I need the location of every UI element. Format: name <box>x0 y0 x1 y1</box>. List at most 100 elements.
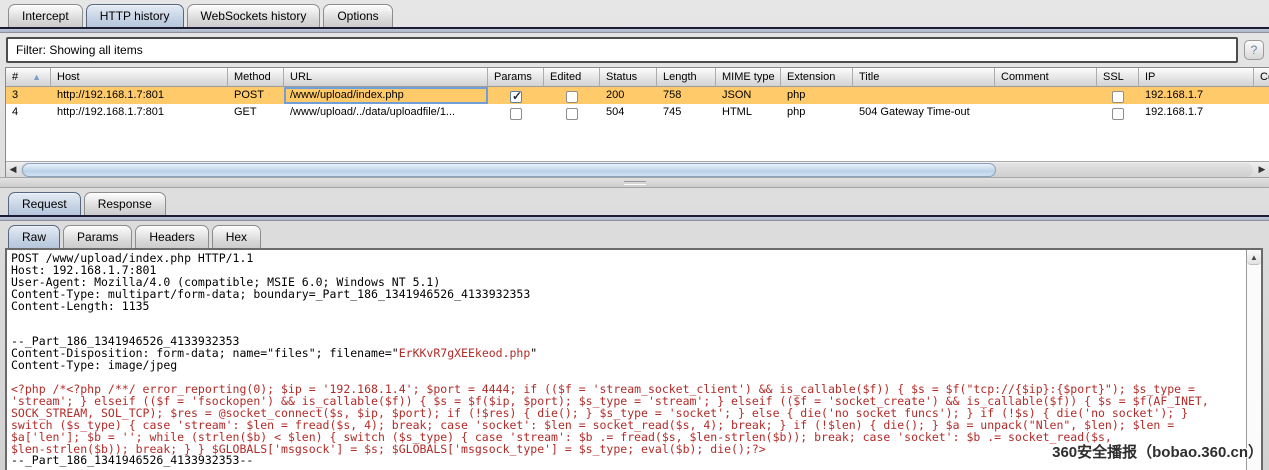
cell-ip[interactable]: 192.168.1.7 <box>1139 87 1254 104</box>
proxy-tab-bar: InterceptHTTP historyWebSockets historyO… <box>0 0 1269 27</box>
table-row[interactable]: 3http://192.168.1.7:801POST/www/upload/i… <box>6 87 1269 104</box>
column-label: Host <box>57 71 80 86</box>
splitter-grip-icon <box>624 181 646 185</box>
tab-params[interactable]: Params <box>63 225 132 248</box>
tab-websockets-history[interactable]: WebSockets history <box>187 4 321 27</box>
column-label: URL <box>290 71 312 86</box>
cell-method[interactable]: GET <box>228 104 284 121</box>
column-header-host[interactable]: Host <box>51 68 228 86</box>
cell-ip[interactable]: 192.168.1.7 <box>1139 104 1254 121</box>
panel-splitter[interactable] <box>0 177 1269 188</box>
cell-status[interactable]: 200 <box>600 87 657 104</box>
column-header-comment[interactable]: Comment <box>995 68 1097 86</box>
horizontal-scroll-track[interactable] <box>20 163 1253 177</box>
editor-tab-bar: RawParamsHeadersHex <box>0 221 1269 248</box>
tab-hex[interactable]: Hex <box>212 225 261 248</box>
tab-http-history[interactable]: HTTP history <box>86 4 184 27</box>
table-empty-area <box>6 121 1269 161</box>
column-label: Extension <box>787 71 835 86</box>
table-row[interactable]: 4http://192.168.1.7:801GET/www/upload/..… <box>6 104 1269 121</box>
tab-options[interactable]: Options <box>323 4 392 27</box>
cell-params[interactable] <box>488 87 544 104</box>
sort-ascending-icon: ▲ <box>32 72 41 86</box>
scroll-left-icon[interactable]: ◀ <box>6 164 20 175</box>
cell-comment[interactable] <box>995 87 1097 104</box>
cell-length[interactable]: 758 <box>657 87 716 104</box>
cell-ssl[interactable] <box>1097 104 1139 121</box>
column-header-cookies[interactable]: Coo <box>1254 68 1269 86</box>
cell-url[interactable]: /www/upload/index.php <box>284 87 488 104</box>
column-header-ip[interactable]: IP <box>1139 68 1254 86</box>
cell-host[interactable]: http://192.168.1.7:801 <box>51 87 228 104</box>
tab-headers[interactable]: Headers <box>135 225 208 248</box>
cell-mime[interactable]: HTML <box>716 104 781 121</box>
horizontal-scrollbar[interactable]: ◀ ▶ <box>6 161 1269 177</box>
cell-comment[interactable] <box>995 104 1097 121</box>
tab-intercept[interactable]: Intercept <box>8 4 83 27</box>
edited-checkbox[interactable] <box>566 91 578 103</box>
request-line: POST /www/upload/index.php HTTP/1.1 <box>11 253 1246 265</box>
vertical-scrollbar[interactable]: ▲ <box>1246 250 1261 470</box>
column-header-method[interactable]: Method <box>228 68 284 86</box>
column-label: Length <box>663 71 697 86</box>
ssl-checkbox[interactable] <box>1112 108 1124 120</box>
scroll-right-icon[interactable]: ▶ <box>1255 164 1269 175</box>
scroll-up-icon[interactable]: ▲ <box>1247 250 1261 265</box>
burp-proxy-window: InterceptHTTP historyWebSockets historyO… <box>0 0 1269 470</box>
column-header-status[interactable]: Status <box>600 68 657 86</box>
cell-ssl[interactable] <box>1097 87 1139 104</box>
table-body: 3http://192.168.1.7:801POST/www/upload/i… <box>6 87 1269 121</box>
request-line <box>11 313 1246 325</box>
tab-response[interactable]: Response <box>84 192 166 215</box>
request-line: Content-Disposition: form-data; name="fi… <box>11 348 1246 360</box>
cell-length[interactable]: 745 <box>657 104 716 121</box>
cell-status[interactable]: 504 <box>600 104 657 121</box>
column-header-mime[interactable]: MIME type <box>716 68 781 86</box>
cell-mime[interactable]: JSON <box>716 87 781 104</box>
column-header-ssl[interactable]: SSL <box>1097 68 1139 86</box>
cell-params[interactable] <box>488 104 544 121</box>
tab-request[interactable]: Request <box>8 192 81 215</box>
cell-url[interactable]: /www/upload/../data/uploadfile/1... <box>284 104 488 121</box>
column-label: Coo <box>1260 71 1269 86</box>
cell-title[interactable]: 504 Gateway Time-out <box>853 104 995 121</box>
message-tab-bar: RequestResponse <box>0 188 1269 215</box>
cell-extension[interactable]: php <box>781 104 853 121</box>
request-raw-editor: POST /www/upload/index.php HTTP/1.1Host:… <box>5 248 1263 470</box>
column-header-length[interactable]: Length <box>657 68 716 86</box>
column-label: # <box>12 71 18 86</box>
column-header-num[interactable]: #▲ <box>6 68 51 86</box>
column-header-url[interactable]: URL <box>284 68 488 86</box>
ssl-checkbox[interactable] <box>1112 91 1124 103</box>
column-header-params[interactable]: Params <box>488 68 544 86</box>
request-raw-text[interactable]: POST /www/upload/index.php HTTP/1.1Host:… <box>7 250 1246 470</box>
column-header-title[interactable]: Title <box>853 68 995 86</box>
filter-row: Filter: Showing all items ? <box>6 37 1264 63</box>
column-header-edited[interactable]: Edited <box>544 68 600 86</box>
cell-cookies[interactable] <box>1254 104 1269 121</box>
horizontal-scroll-thumb[interactable] <box>22 163 996 177</box>
column-label: IP <box>1145 71 1155 86</box>
http-history-table: #▲HostMethodURLParamsEditedStatusLengthM… <box>5 67 1269 177</box>
params-checkbox[interactable] <box>510 91 522 103</box>
filter-bar[interactable]: Filter: Showing all items <box>6 37 1238 63</box>
column-label: Status <box>606 71 637 86</box>
help-button[interactable]: ? <box>1244 40 1264 60</box>
cell-title[interactable] <box>853 87 995 104</box>
cell-edited[interactable] <box>544 104 600 121</box>
cell-edited[interactable] <box>544 87 600 104</box>
column-header-extension[interactable]: Extension <box>781 68 853 86</box>
request-line: --_Part_186_1341946526_4133932353-- <box>11 455 1246 467</box>
cell-cookies[interactable] <box>1254 87 1269 104</box>
cell-num[interactable]: 4 <box>6 104 51 121</box>
params-checkbox[interactable] <box>510 108 522 120</box>
edited-checkbox[interactable] <box>566 108 578 120</box>
cell-num[interactable]: 3 <box>6 87 51 104</box>
request-line: Content-Length: 1135 <box>11 301 1246 313</box>
column-label: SSL <box>1103 71 1124 86</box>
cell-host[interactable]: http://192.168.1.7:801 <box>51 104 228 121</box>
cell-extension[interactable]: php <box>781 87 853 104</box>
tab-raw[interactable]: Raw <box>8 225 60 248</box>
filter-text: Filter: Showing all items <box>16 43 143 57</box>
cell-method[interactable]: POST <box>228 87 284 104</box>
